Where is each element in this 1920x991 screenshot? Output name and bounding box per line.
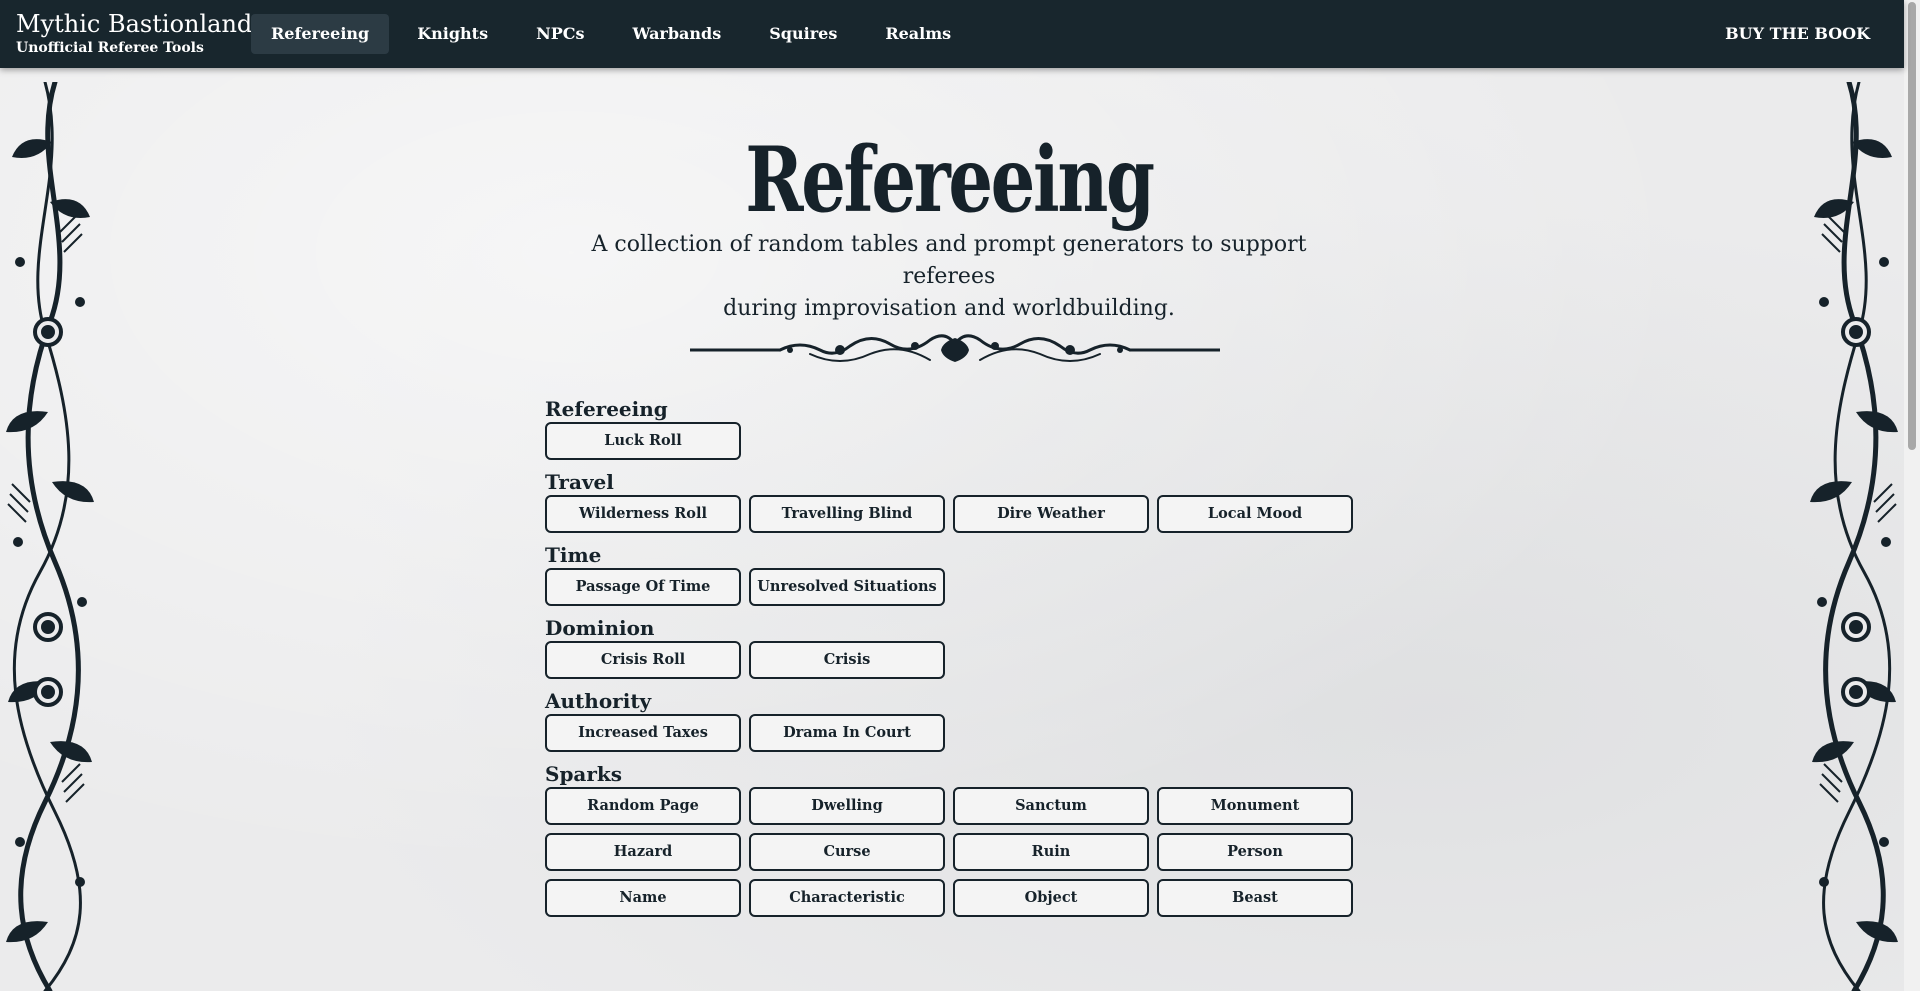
local-mood-button[interactable]: Local Mood — [1157, 495, 1353, 533]
scrollbar[interactable] — [1904, 0, 1920, 991]
page-title: Refereeing — [745, 127, 1155, 233]
object-button[interactable]: Object — [953, 879, 1149, 917]
section-title: Refereeing — [545, 397, 668, 421]
floral-border-left-icon — [6, 82, 94, 991]
section-travel: Travel Wilderness Roll Travelling Blind … — [545, 469, 1353, 533]
section-sparks: Sparks Random Page Dwelling Sanctum Monu… — [545, 761, 1353, 917]
characteristic-button[interactable]: Characteristic — [749, 879, 945, 917]
section-title: Time — [545, 543, 602, 567]
nav-item-refereeing[interactable]: Refereeing — [251, 14, 390, 54]
section-authority: Authority Increased Taxes Drama In Court — [545, 688, 1353, 752]
luck-roll-button[interactable]: Luck Roll — [545, 422, 741, 460]
page-subtitle: A collection of random tables and prompt… — [545, 229, 1353, 325]
page-subtitle-line-1: A collection of random tables and prompt… — [591, 232, 1307, 289]
name-button[interactable]: Name — [545, 879, 741, 917]
sanctum-button[interactable]: Sanctum — [953, 787, 1149, 825]
curse-button[interactable]: Curse — [749, 833, 945, 871]
crisis-button[interactable]: Crisis — [749, 641, 945, 679]
nav-item-npcs[interactable]: NPCs — [516, 14, 604, 54]
brand[interactable]: Mythic Bastionland Unofficial Referee To… — [16, 9, 252, 57]
buy-the-book-link[interactable]: BUY THE BOOK — [1725, 14, 1870, 54]
person-button[interactable]: Person — [1157, 833, 1353, 871]
nav-item-realms[interactable]: Realms — [865, 14, 971, 54]
crisis-roll-button[interactable]: Crisis Roll — [545, 641, 741, 679]
section-dominion: Dominion Crisis Roll Crisis — [545, 615, 1353, 679]
ornamental-divider-icon — [690, 334, 1220, 362]
nav-links: Refereeing Knights NPCs Warbands Squires… — [251, 14, 979, 54]
section-title: Sparks — [545, 762, 623, 786]
nav-item-squires[interactable]: Squires — [749, 14, 857, 54]
section-title: Travel — [545, 470, 614, 494]
travelling-blind-button[interactable]: Travelling Blind — [749, 495, 945, 533]
navbar: Mythic Bastionland Unofficial Referee To… — [0, 0, 1904, 68]
beast-button[interactable]: Beast — [1157, 879, 1353, 917]
increased-taxes-button[interactable]: Increased Taxes — [545, 714, 741, 752]
section-time: Time Passage Of Time Unresolved Situatio… — [545, 542, 1353, 606]
ruin-button[interactable]: Ruin — [953, 833, 1149, 871]
drama-in-court-button[interactable]: Drama In Court — [749, 714, 945, 752]
monument-button[interactable]: Monument — [1157, 787, 1353, 825]
passage-of-time-button[interactable]: Passage Of Time — [545, 568, 741, 606]
brand-subtitle: Unofficial Referee Tools — [16, 40, 204, 56]
floral-border-right-icon — [1810, 82, 1898, 991]
section-title: Authority — [545, 689, 652, 713]
wilderness-roll-button[interactable]: Wilderness Roll — [545, 495, 741, 533]
hazard-button[interactable]: Hazard — [545, 833, 741, 871]
brand-title: Mythic Bastionland — [16, 10, 253, 38]
unresolved-situations-button[interactable]: Unresolved Situations — [749, 568, 945, 606]
section-title: Dominion — [545, 616, 655, 640]
page-subtitle-line-2: during improvisation and worldbuilding. — [723, 296, 1175, 321]
nav-item-knights[interactable]: Knights — [397, 14, 508, 54]
scrollbar-thumb[interactable] — [1908, 2, 1916, 450]
random-page-button[interactable]: Random Page — [545, 787, 741, 825]
section-refereeing: Refereeing Luck Roll — [545, 396, 1353, 460]
dwelling-button[interactable]: Dwelling — [749, 787, 945, 825]
dire-weather-button[interactable]: Dire Weather — [953, 495, 1149, 533]
tool-sections: Refereeing Luck Roll Travel Wilderness R… — [545, 396, 1353, 926]
nav-item-warbands[interactable]: Warbands — [612, 14, 741, 54]
